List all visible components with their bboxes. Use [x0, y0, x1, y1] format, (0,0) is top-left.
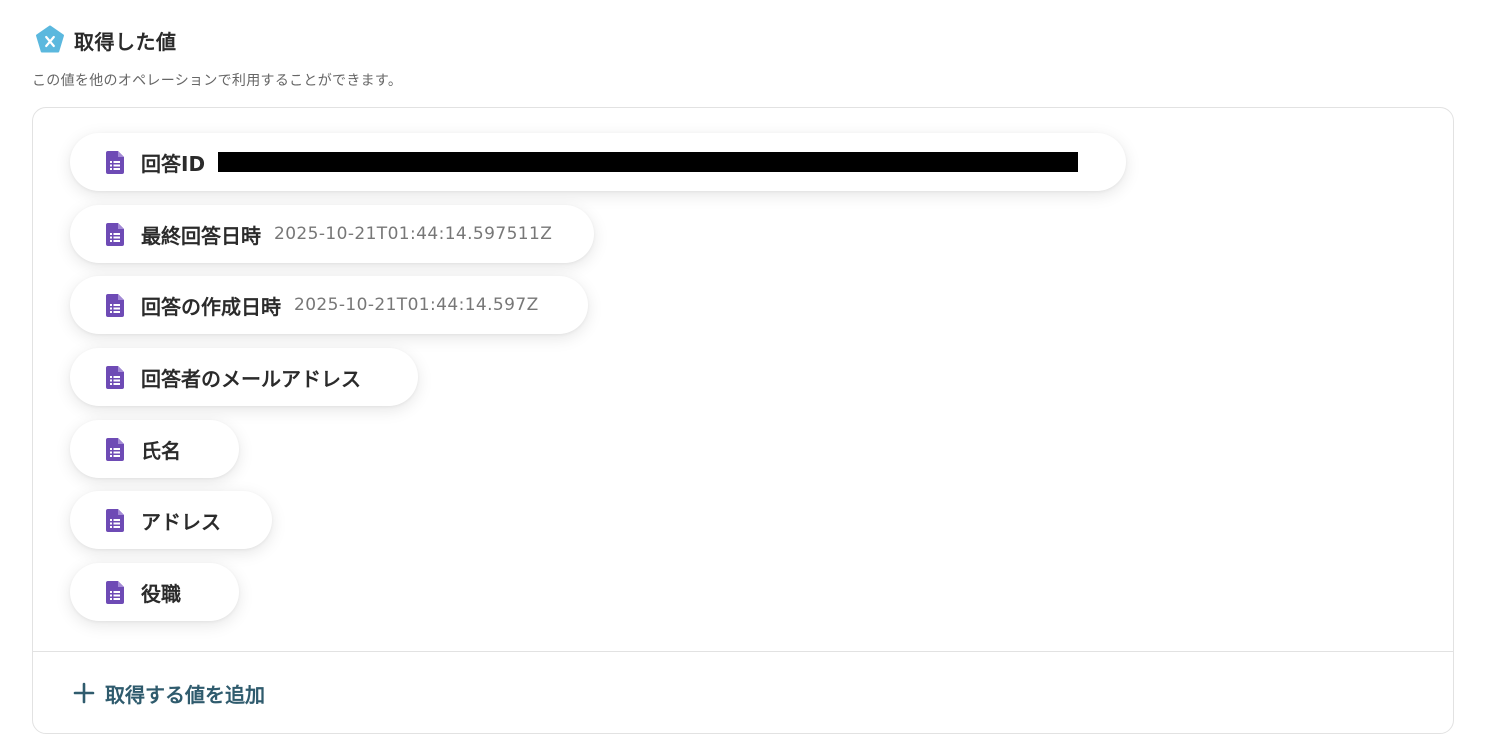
google-forms-doc-icon [106, 293, 124, 317]
value-item-job-title[interactable]: 役職 [70, 563, 239, 621]
redacted-value [218, 152, 1079, 172]
value-item-label: 回答の作成日時 [141, 294, 281, 319]
google-forms-doc-icon [106, 437, 124, 461]
value-item-sample: 2025-10-21T01:44:14.597511Z [274, 224, 553, 244]
google-forms-doc-icon [106, 365, 124, 389]
google-forms-doc-icon [106, 580, 124, 604]
value-item-label: 回答者のメールアドレス [141, 366, 361, 391]
section-title: 取得した値 [74, 29, 177, 54]
value-item-respondent-email[interactable]: 回答者のメールアドレス [70, 348, 418, 406]
section-description: この値を他のオペレーションで利用することができます。 [32, 73, 403, 89]
value-item-label: アドレス [141, 509, 221, 534]
value-item-sample: 2025-10-21T01:44:14.597Z [294, 295, 539, 315]
add-value-button[interactable]: 取得する値を追加 [73, 675, 265, 711]
value-item-name[interactable]: 氏名 [70, 420, 239, 478]
value-item-response-id[interactable]: 回答ID [70, 133, 1126, 191]
values-panel: 回答ID 最終回答日時 2025-10-21T01:44:14.597511Z [32, 107, 1454, 734]
google-forms-doc-icon [106, 508, 124, 532]
panel-divider [33, 651, 1453, 652]
value-item-response-created-time[interactable]: 回答の作成日時 2025-10-21T01:44:14.597Z [70, 276, 588, 334]
pentagon-x-icon [36, 25, 64, 53]
value-item-last-response-time[interactable]: 最終回答日時 2025-10-21T01:44:14.597511Z [70, 205, 594, 263]
value-item-address[interactable]: アドレス [70, 491, 272, 549]
plus-icon [73, 682, 95, 704]
section-header: 取得した値 [34, 24, 177, 56]
value-item-label: 役職 [141, 581, 181, 606]
value-item-label: 氏名 [141, 438, 181, 463]
google-forms-doc-icon [106, 222, 124, 246]
value-item-label: 回答ID [141, 151, 206, 176]
value-item-label: 最終回答日時 [141, 223, 261, 248]
add-value-label: 取得する値を追加 [105, 682, 265, 707]
google-forms-doc-icon [106, 150, 124, 174]
